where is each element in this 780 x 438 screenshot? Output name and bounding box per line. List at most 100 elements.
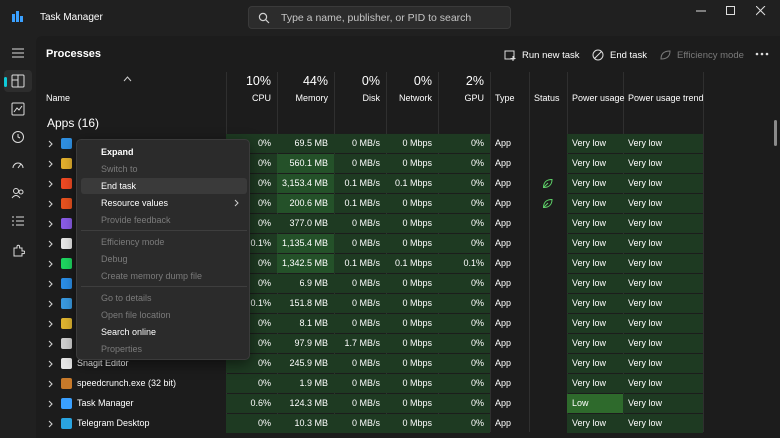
- menu-item-efficiency-mode[interactable]: Efficiency mode: [81, 234, 247, 250]
- menu-separator: [81, 230, 247, 231]
- chrome-icon: [61, 158, 72, 169]
- minimize-icon: [696, 10, 706, 12]
- menu-item-label: Search online: [101, 327, 157, 337]
- trend-value: Very low: [628, 198, 663, 208]
- nav-processes[interactable]: [4, 70, 32, 92]
- app-purple-icon: [61, 218, 72, 229]
- type-value: App: [495, 378, 512, 388]
- nav-performance[interactable]: [4, 98, 32, 120]
- search-box[interactable]: Type a name, publisher, or PID to search: [248, 6, 511, 29]
- chevron-right-icon[interactable]: [48, 360, 54, 368]
- menu-item-open-file-location[interactable]: Open file location: [81, 307, 247, 323]
- net-value: 0 Mbps: [402, 198, 432, 208]
- net-value: 0.1 Mbps: [394, 178, 432, 188]
- chevron-right-icon[interactable]: [48, 140, 54, 148]
- disk-total: 0%: [361, 74, 380, 88]
- gpu-value: 0.1%: [463, 258, 484, 268]
- context-menu: Expand Switch to End task Resource values Pr…: [76, 139, 250, 360]
- nav-app-history[interactable]: [4, 126, 32, 148]
- cpu-label: CPU: [251, 93, 271, 103]
- app-grid-icon: [61, 298, 72, 309]
- end-task-icon: [592, 49, 604, 61]
- mem-value: 1,135.4 MB: [281, 238, 328, 248]
- chevron-right-icon[interactable]: [48, 340, 54, 348]
- table-row[interactable]: Task Manager 0.6% 124.3 MB 0 MB/s 0 Mbps 0% Ap…: [36, 394, 780, 413]
- chevron-right-icon[interactable]: [48, 260, 54, 268]
- trend-value: Very low: [628, 238, 663, 248]
- gpu-value: 0%: [470, 338, 484, 348]
- gpu-value: 0%: [470, 138, 484, 148]
- speedometer-icon: [12, 162, 24, 169]
- nav-users[interactable]: [4, 182, 32, 204]
- menu-item-create-memory-dump-file[interactable]: Create memory dump file: [81, 268, 247, 284]
- vertical-scrollbar[interactable]: [774, 120, 777, 146]
- nav-startup-apps[interactable]: [4, 154, 32, 176]
- type-value: App: [495, 338, 512, 348]
- menu-item-go-to-details[interactable]: Go to details: [81, 290, 247, 306]
- spotify-icon: [61, 258, 72, 269]
- menu-item-label: Go to details: [101, 293, 152, 303]
- type-value: App: [495, 258, 512, 268]
- menu-item-resource-values[interactable]: Resource values: [81, 195, 247, 211]
- snagit-icon: [61, 358, 72, 369]
- chevron-right-icon[interactable]: [48, 380, 54, 388]
- type-value: App: [495, 198, 512, 208]
- title-bar: Task Manager Type a name, publisher, or …: [0, 0, 780, 36]
- left-navigation: [0, 36, 36, 438]
- chevron-right-icon[interactable]: [48, 240, 54, 248]
- mem-value: 6.9 MB: [299, 278, 328, 288]
- power-value: Very low: [572, 338, 607, 348]
- menu-item-expand[interactable]: Expand: [81, 144, 247, 160]
- telegram-icon: [61, 418, 72, 429]
- maximize-button[interactable]: [718, 2, 744, 20]
- minimize-button[interactable]: [688, 2, 714, 20]
- nav-services[interactable]: [4, 240, 32, 262]
- chevron-right-icon[interactable]: [48, 220, 54, 228]
- nav-details[interactable]: [4, 210, 32, 232]
- disk-value: 0 MB/s: [351, 378, 380, 388]
- cpu-value: 0.6%: [250, 398, 271, 408]
- chevron-right-icon[interactable]: [48, 160, 54, 168]
- menu-item-end-task[interactable]: End task: [81, 178, 247, 194]
- hamburger-menu-button[interactable]: [4, 42, 32, 64]
- menu-item-provide-feedback[interactable]: Provide feedback: [81, 212, 247, 228]
- chevron-right-icon[interactable]: [48, 420, 54, 428]
- power-value: Very low: [572, 178, 607, 188]
- menu-item-label: Efficiency mode: [101, 237, 165, 247]
- trend-value: Very low: [628, 378, 663, 388]
- mem-value: 124.3 MB: [289, 398, 328, 408]
- trend-value: Very low: [628, 178, 663, 188]
- menu-item-debug[interactable]: Debug: [81, 251, 247, 267]
- table-row[interactable]: speedcrunch.exe (32 bit) 0% 1.9 MB 0 MB/s 0 …: [36, 374, 780, 393]
- chevron-right-icon[interactable]: [48, 280, 54, 288]
- menu-item-properties[interactable]: Properties: [81, 341, 247, 357]
- net-value: 0 Mbps: [402, 318, 432, 328]
- chevron-right-icon[interactable]: [48, 180, 54, 188]
- menu-item-label: Expand: [101, 147, 134, 157]
- chevron-right-icon[interactable]: [48, 400, 54, 408]
- type-value: App: [495, 358, 512, 368]
- menu-item-search-online[interactable]: Search online: [81, 324, 247, 340]
- disk-value: 0.1 MB/s: [344, 178, 380, 188]
- disk-value: 0 MB/s: [351, 398, 380, 408]
- chevron-right-icon[interactable]: [48, 320, 54, 328]
- trend-value: Very low: [628, 338, 663, 348]
- more-options-icon[interactable]: [754, 49, 770, 59]
- end-task-button[interactable]: End task: [592, 45, 647, 65]
- chevron-right-icon[interactable]: [48, 200, 54, 208]
- search-input[interactable]: Type a name, publisher, or PID to search: [281, 12, 471, 24]
- run-new-task-label: Run new task: [522, 49, 580, 61]
- gear-icon: [61, 338, 72, 349]
- gpu-total: 2%: [465, 74, 484, 88]
- task-manager-app-icon: [12, 11, 23, 22]
- trend-value: Very low: [628, 358, 663, 368]
- chevron-right-icon[interactable]: [48, 300, 54, 308]
- power-value: Very low: [572, 318, 607, 328]
- menu-item-switch-to[interactable]: Switch to: [81, 161, 247, 177]
- close-button[interactable]: [748, 2, 774, 20]
- efficiency-mode-button[interactable]: Efficiency mode: [659, 45, 744, 65]
- gpu-label: GPU: [464, 93, 484, 103]
- menu-item-label: Open file location: [101, 310, 171, 320]
- run-new-task-button[interactable]: Run new task: [504, 45, 580, 65]
- table-row[interactable]: Telegram Desktop 0% 10.3 MB 0 MB/s 0 Mbps 0% A…: [36, 414, 780, 433]
